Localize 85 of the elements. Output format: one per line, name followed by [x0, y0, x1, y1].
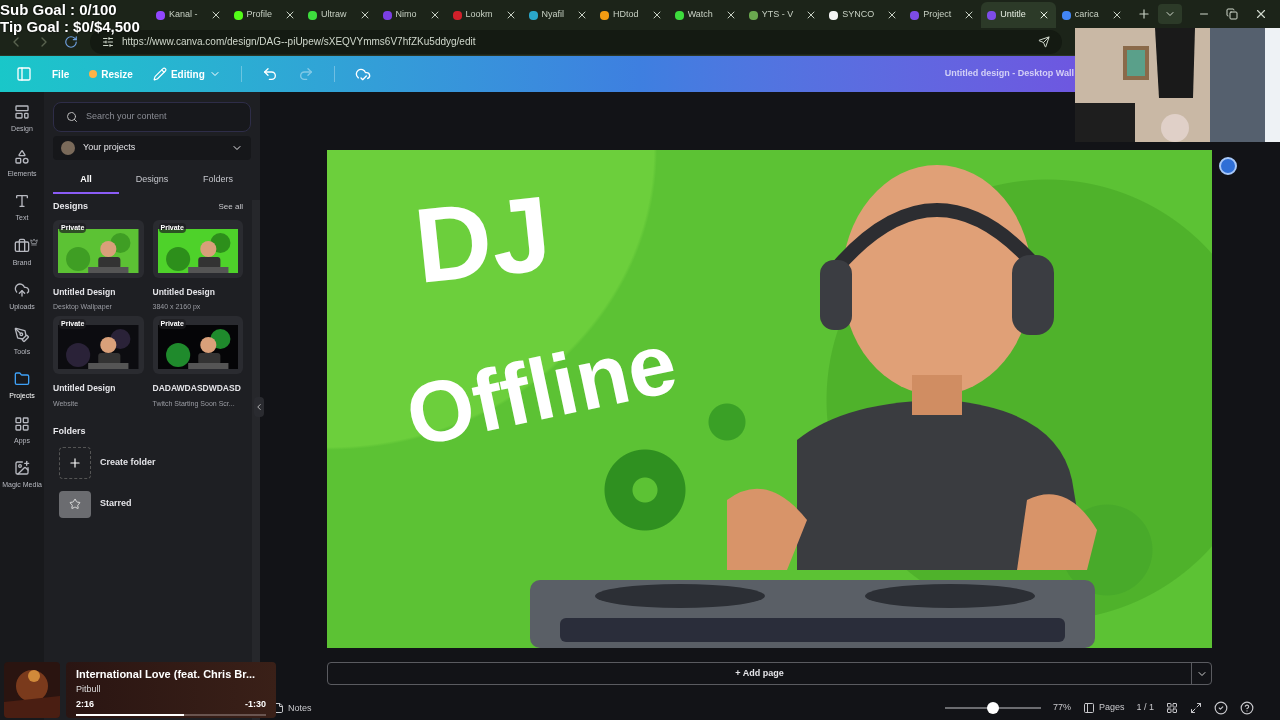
browser-tab[interactable]: Nyafil [522, 2, 595, 28]
apps-icon [14, 415, 30, 432]
search-input[interactable]: Search your content [86, 110, 238, 124]
assistant-icon[interactable] [1219, 157, 1237, 175]
folder-item[interactable]: Starred [59, 490, 251, 518]
url-text: https://www.canva.com/design/DAG--piUpew/sXEQVYmms6V7hfZKu5ddyg/edit [122, 35, 476, 49]
design-title[interactable]: Untitled Design [152, 285, 243, 299]
design-title[interactable]: Untitled Design [53, 285, 144, 299]
tab-title: Nimo [395, 8, 417, 22]
tab-title: Kanal - [169, 8, 198, 22]
image-sparkle-icon [14, 460, 30, 476]
section-heading: Folders [53, 425, 87, 438]
pencil-icon [152, 67, 167, 81]
search-field[interactable]: Search your content [53, 102, 251, 132]
browser-tab[interactable]: Lookm [446, 2, 523, 28]
collapse-handle[interactable] [254, 397, 264, 417]
remaining-time: -1:30 [245, 698, 266, 711]
tab-title: Nyafil [541, 8, 565, 22]
tab-title: HDtod [613, 8, 639, 22]
browser-tab[interactable]: Kanal - [150, 2, 228, 28]
panel-toggle-icon[interactable] [16, 66, 32, 82]
layout-icon [14, 104, 30, 120]
restore-icon[interactable] [1226, 8, 1238, 20]
stream-goal-text: Sub Goal : 0/100 [0, 1, 118, 18]
send-icon[interactable] [1038, 35, 1050, 48]
zoom-slider[interactable] [944, 702, 1041, 714]
tab-list-button[interactable] [1158, 4, 1182, 24]
help-icon[interactable] [1240, 701, 1254, 715]
page-count: 1 / 1 [1136, 701, 1154, 715]
project-owner-dropdown[interactable]: Your projects [53, 136, 251, 160]
grid-view-icon[interactable] [1166, 702, 1178, 714]
reload-icon[interactable] [64, 34, 78, 49]
filter-tab[interactable]: Folders [185, 168, 251, 194]
browser-tab[interactable]: carica [1055, 2, 1129, 28]
zoom-thumb[interactable] [986, 702, 999, 714]
folder-item[interactable]: Create folder [59, 446, 251, 479]
search-icon [66, 111, 78, 123]
tab-title: Ultraw [321, 8, 347, 22]
browser-tab[interactable]: Untitle [981, 2, 1056, 28]
design-title[interactable]: DADAWDASDWDASD [152, 381, 243, 395]
check-icon[interactable] [1214, 701, 1228, 715]
new-tab-icon[interactable] [1136, 7, 1151, 21]
undo-icon[interactable] [261, 66, 278, 82]
tab-title: Project [923, 8, 952, 22]
fullscreen-icon[interactable] [1190, 702, 1202, 714]
browser-tab[interactable]: SYNCO [823, 2, 905, 28]
star-folder-icon [59, 490, 91, 518]
tab-title: carica [1074, 8, 1099, 22]
see-all-link[interactable]: See all [218, 200, 243, 213]
browser-tab[interactable]: HDtod [594, 2, 669, 28]
tab-title: YTS - V [761, 8, 794, 22]
saved-icon[interactable] [354, 66, 371, 82]
design-title[interactable]: Untitled Design [53, 381, 144, 395]
pen-icon [14, 326, 30, 343]
tab-title: Profile [246, 8, 273, 22]
artist-name: Pitbull [76, 682, 102, 696]
upload-icon [14, 282, 30, 298]
browser-tab[interactable]: Ultraw [302, 2, 377, 28]
zoom-reading: 77% [1052, 701, 1071, 715]
browser-tab[interactable]: YTS - V [742, 2, 824, 28]
text-icon [14, 193, 30, 209]
song-title: International Love (feat. Chris Br... [76, 667, 257, 682]
briefcase-icon [14, 237, 30, 254]
tab-title: Lookm [465, 8, 493, 22]
tab-title: Untitle [1000, 8, 1026, 22]
crown-icon [30, 237, 38, 246]
filter-tab[interactable]: Designs [119, 168, 185, 194]
plus-icon [59, 446, 91, 479]
pages-icon [1082, 702, 1095, 714]
tab-title: Watch [687, 8, 713, 22]
section-heading: Designs [53, 200, 88, 213]
browser-tab[interactable]: Project [904, 2, 982, 28]
site-settings-icon[interactable] [102, 35, 114, 48]
shapes-icon [14, 148, 30, 165]
notes-button[interactable]: Notes [288, 701, 312, 715]
browser-tab[interactable]: Nimo [376, 2, 447, 28]
pages-button[interactable]: Pages [1082, 701, 1125, 715]
elapsed-time: 2:16 [76, 698, 94, 711]
browser-tab[interactable]: Watch [668, 2, 743, 28]
folder-icon [14, 371, 30, 387]
browser-tab[interactable]: Profile [227, 2, 303, 28]
close-icon[interactable] [1254, 7, 1268, 21]
filter-tab[interactable]: All [53, 168, 119, 194]
avatar [61, 141, 75, 155]
tab-title: SYNCO [842, 8, 875, 22]
